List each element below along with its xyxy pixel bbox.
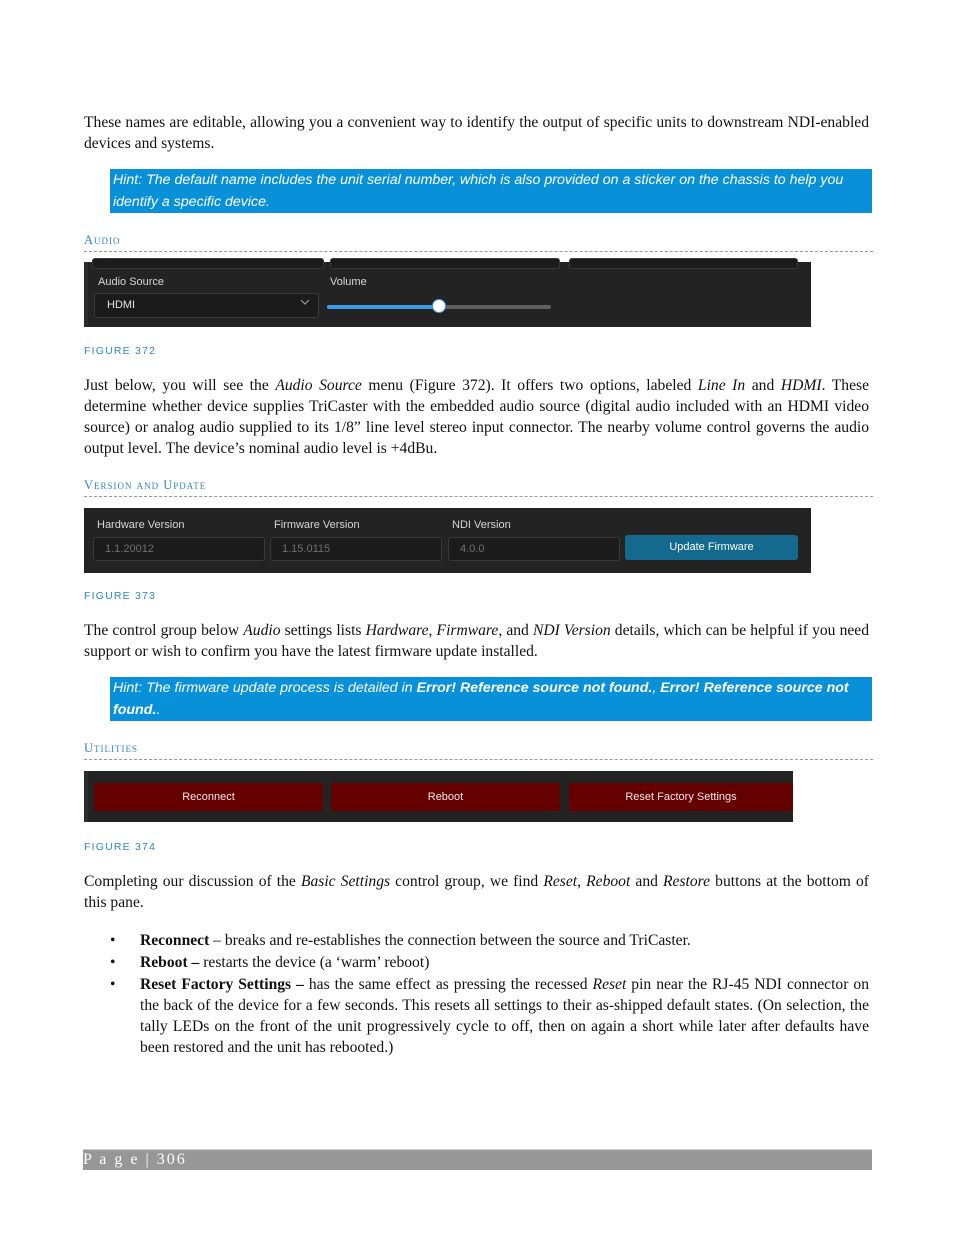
list-item-reboot: • Reboot – restarts the device (a ‘warm’ … xyxy=(110,952,869,973)
text-run: , xyxy=(428,622,437,639)
reset-factory-settings-button[interactable]: Reset Factory Settings xyxy=(569,783,793,811)
text-run: Just below, you will see the xyxy=(84,377,276,394)
text-run: , and xyxy=(498,622,533,639)
intro-paragraph: These names are editable, allowing you a… xyxy=(84,114,869,152)
bullet-term: Reboot – xyxy=(140,954,200,971)
audio-settings-panel: Audio Source HDMI Volume xyxy=(84,258,811,327)
section-heading-audio-text: Audio xyxy=(84,233,121,247)
figure-caption-372: FIGURE 372 xyxy=(84,345,157,357)
ndi-version-field: 4.0.0 xyxy=(448,537,620,561)
reference-error-1[interactable]: Error! Reference source not found. xyxy=(417,680,653,696)
emphasis-line-in: Line In xyxy=(697,377,746,394)
audio-source-value: HDMI xyxy=(107,299,136,311)
utilities-panel: Reconnect Reboot Reset Factory Settings xyxy=(84,771,793,822)
reboot-button[interactable]: Reboot xyxy=(331,783,560,811)
utilities-bullet-list: • Reconnect – breaks and re-establishes t… xyxy=(110,930,869,1058)
bullet-text: – breaks and re-establishes the connecti… xyxy=(209,932,691,949)
text-run: menu (Figure 372). It offers two options… xyxy=(361,377,698,394)
reconnect-button[interactable]: Reconnect xyxy=(94,783,323,811)
section-heading-version-text: Version and Update xyxy=(84,478,207,492)
section-heading-utilities-text: Utilities xyxy=(84,741,139,755)
figure-caption-373: FIGURE 373 xyxy=(84,590,157,602)
chevron-down-icon xyxy=(300,299,310,305)
text-run: . xyxy=(156,702,161,718)
text-run: settings lists xyxy=(280,622,366,639)
text-run: Hint: The firmware update process is det… xyxy=(113,680,417,696)
emphasis-hardware: Hardware xyxy=(365,622,429,639)
volume-slider[interactable] xyxy=(327,299,551,313)
text-run: and xyxy=(745,377,781,394)
emphasis-reboot: Reboot xyxy=(586,873,631,890)
bullet-text: restarts the device (a ‘warm’ reboot) xyxy=(199,954,430,971)
section-heading-audio: Audio xyxy=(84,233,873,252)
version-paragraph: The control group below Audio settings l… xyxy=(84,620,869,662)
bullet-icon: • xyxy=(110,976,116,993)
version-panel: Hardware Version 1.1.20012 Firmware Vers… xyxy=(84,508,811,573)
text-run: Completing our discussion of the xyxy=(84,873,301,890)
bullet-text: has the same effect as pressing the rece… xyxy=(303,976,593,993)
volume-slider-thumb[interactable] xyxy=(432,299,446,313)
text-run: , xyxy=(577,873,587,890)
page-footer: P a g e | 306 xyxy=(83,1149,872,1170)
text-run: The control group below xyxy=(84,622,244,639)
figure-caption-374: FIGURE 374 xyxy=(84,841,157,853)
hardware-version-label: Hardware Version xyxy=(97,519,185,531)
ndi-version-label: NDI Version xyxy=(452,519,511,531)
emphasis-audio: Audio xyxy=(243,622,281,639)
update-firmware-button[interactable]: Update Firmware xyxy=(625,535,798,560)
partial-field-3 xyxy=(569,258,798,269)
emphasis-ndi-version: NDI Version xyxy=(532,622,611,639)
bullet-icon: • xyxy=(110,932,116,949)
partial-field-2 xyxy=(330,258,560,269)
audio-source-paragraph: Just below, you will see the Audio Sourc… xyxy=(84,375,869,459)
emphasis-audio-source: Audio Source xyxy=(275,377,362,394)
section-heading-utilities: Utilities xyxy=(84,741,873,760)
emphasis-restore: Restore xyxy=(663,873,711,890)
emphasis-basic-settings: Basic Settings xyxy=(300,873,391,890)
volume-label: Volume xyxy=(330,276,367,288)
page-number: P a g e | 306 xyxy=(83,1151,187,1168)
emphasis-reset-pin: Reset xyxy=(592,976,627,993)
list-item-reset-factory-settings: • Reset Factory Settings – has the same e… xyxy=(110,974,869,1058)
list-item-reconnect: • Reconnect – breaks and re-establishes t… xyxy=(110,930,869,951)
text-run: control group, we find xyxy=(390,873,544,890)
partial-field-1 xyxy=(92,258,324,269)
emphasis-firmware: Firmware xyxy=(436,622,499,639)
emphasis-reset: Reset xyxy=(543,873,578,890)
bullet-term: Reconnect xyxy=(140,932,210,949)
emphasis-hdmi: HDMI xyxy=(780,377,822,394)
panel-edge xyxy=(84,262,88,327)
volume-slider-fill xyxy=(327,305,439,309)
bullet-term: Reset Factory Settings – xyxy=(140,976,304,993)
section-heading-version: Version and Update xyxy=(84,478,873,497)
hint-box-serial: Hint: The default name includes the unit… xyxy=(110,169,872,213)
hint-box-firmware: Hint: The firmware update process is det… xyxy=(110,677,872,721)
hardware-version-field: 1.1.20012 xyxy=(93,537,265,561)
bullet-icon: • xyxy=(110,954,116,971)
panel-edge xyxy=(84,771,88,822)
firmware-version-label: Firmware Version xyxy=(274,519,360,531)
utilities-paragraph: Completing our discussion of the Basic S… xyxy=(84,871,869,913)
audio-source-label: Audio Source xyxy=(98,276,165,288)
firmware-version-field: 1.15.0115 xyxy=(270,537,442,561)
audio-source-select[interactable]: HDMI xyxy=(94,293,319,318)
text-run: and xyxy=(630,873,664,890)
